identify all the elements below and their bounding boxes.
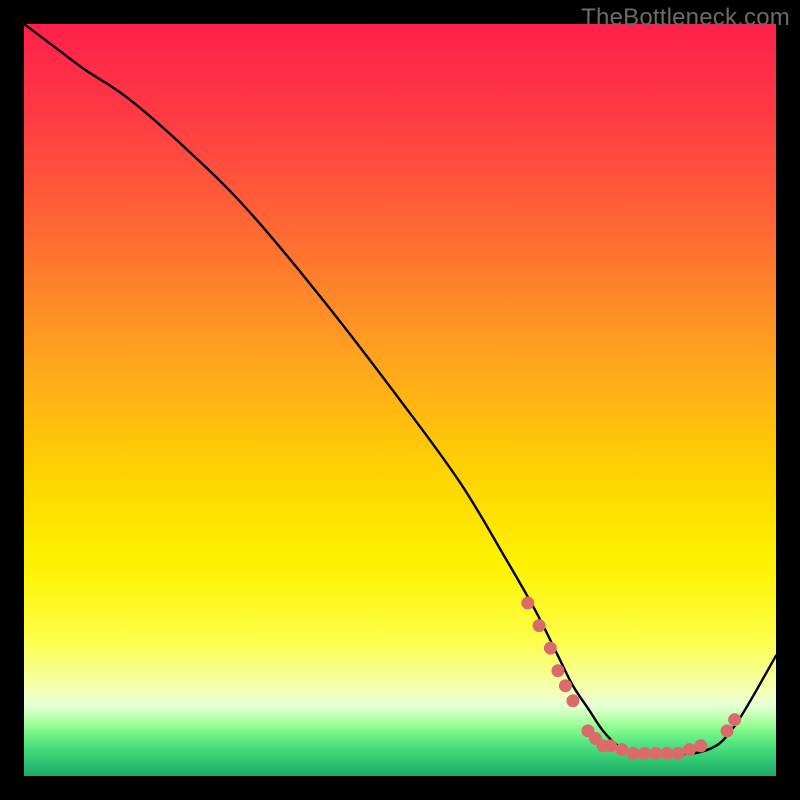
chart-svg [24, 24, 776, 776]
marker-point [551, 664, 564, 677]
marker-point [683, 743, 696, 756]
marker-point [649, 747, 662, 760]
plot-area [24, 24, 776, 776]
watermark-text: TheBottleneck.com [581, 4, 790, 32]
marker-point [627, 747, 640, 760]
marker-point [521, 597, 534, 610]
marker-point [694, 739, 707, 752]
marker-point [604, 739, 617, 752]
marker-point [566, 694, 579, 707]
marker-point [672, 747, 685, 760]
chart-frame: TheBottleneck.com [0, 0, 800, 800]
marker-point [728, 713, 741, 726]
marker-point [533, 619, 546, 632]
marker-point [721, 724, 734, 737]
marker-point [559, 679, 572, 692]
marker-point [660, 747, 673, 760]
marker-point [615, 743, 628, 756]
marker-point [638, 747, 651, 760]
marker-point [544, 642, 557, 655]
